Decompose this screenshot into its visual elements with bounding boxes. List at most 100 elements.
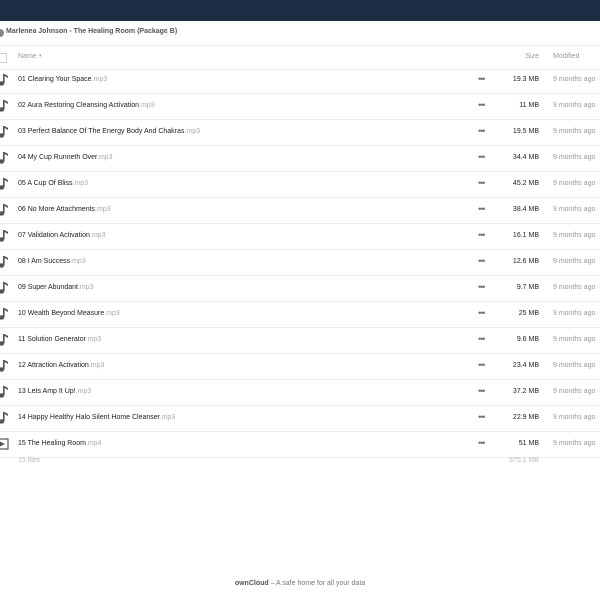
file-actions-menu-icon[interactable]: ••• — [478, 100, 486, 110]
file-name[interactable]: 05 A Cup Of Bliss.mp3 — [18, 180, 88, 187]
file-size: 19.5 MB — [512, 128, 539, 135]
file-name[interactable]: 01 Clearing Your Space.mp3 — [18, 76, 107, 83]
file-row[interactable]: 11 Solution Generator.mp3 ••• 9.6 MB 9 mont… — [0, 328, 600, 354]
file-basename: 14 Happy Healthy Halo Silent Home Cleans… — [18, 414, 160, 421]
file-actions-menu-icon[interactable]: ••• — [478, 334, 486, 344]
file-actions-menu-icon[interactable]: ••• — [478, 256, 486, 266]
file-actions-menu-icon[interactable]: ••• — [478, 386, 486, 396]
file-name[interactable]: 07 Validation Activation.mp3 — [18, 232, 105, 239]
file-extension: .mp3 — [89, 232, 106, 239]
footer-brand[interactable]: ownCloud — [235, 580, 269, 587]
footer: ownCloud – A safe home for all your data — [0, 580, 600, 587]
file-name[interactable]: 14 Happy Healthy Halo Silent Home Cleans… — [18, 414, 175, 421]
home-icon[interactable] — [0, 29, 4, 37]
file-actions-menu-icon[interactable]: ••• — [478, 204, 486, 214]
file-basename: 10 Wealth Beyond Measure — [18, 310, 105, 317]
file-extension: .mp3 — [77, 284, 94, 291]
file-size: 45.2 MB — [512, 180, 539, 187]
file-size: 11 MB — [519, 102, 539, 109]
file-actions-menu-icon[interactable]: ••• — [478, 438, 486, 448]
file-modified: 9 months ago — [553, 388, 596, 395]
file-actions-menu-icon[interactable]: ••• — [478, 74, 486, 84]
file-actions-menu-icon[interactable]: ••• — [478, 360, 486, 370]
file-row[interactable]: 09 Super Abundant.mp3 ••• 9.7 MB 9 months a… — [0, 276, 600, 302]
file-basename: 01 Clearing Your Space — [18, 76, 92, 83]
file-name[interactable]: 10 Wealth Beyond Measure.mp3 — [18, 310, 120, 317]
file-name[interactable]: 12 Attraction Activation.mp3 — [18, 362, 104, 369]
video-file-icon — [0, 437, 9, 451]
file-size: 9.7 MB — [516, 284, 539, 291]
file-name[interactable]: 03 Perfect Balance Of The Energy Body An… — [18, 128, 200, 135]
column-modified[interactable]: Modified — [553, 53, 579, 60]
column-size[interactable]: Size — [525, 53, 539, 60]
file-row[interactable]: 04 My Cup Runneth Over.mp3 ••• 34.4 MB 9 mo… — [0, 146, 600, 172]
file-extension: .mp3 — [104, 310, 120, 317]
audio-file-icon — [0, 73, 9, 87]
file-row[interactable]: 05 A Cup Of Bliss.mp3 ••• 45.2 MB 9 months … — [0, 172, 600, 198]
file-list: 01 Clearing Your Space.mp3 ••• 19.3 MB 9 mo… — [0, 68, 600, 458]
file-basename: 08 I Am Success — [18, 258, 71, 265]
file-extension: .mp3 — [91, 76, 108, 83]
file-size: 25 MB — [518, 310, 539, 317]
file-actions-menu-icon[interactable]: ••• — [478, 178, 486, 188]
file-row[interactable]: 06 No More Attachments.mp3 ••• 38.4 MB 9 mo… — [0, 198, 600, 224]
file-row[interactable]: 10 Wealth Beyond Measure.mp3 ••• 25 MB 9 mo… — [0, 302, 600, 328]
audio-file-icon — [0, 359, 9, 373]
file-extension: .mp3 — [159, 414, 176, 421]
file-actions-menu-icon[interactable]: ••• — [478, 308, 486, 318]
file-modified: 9 months ago — [553, 284, 596, 291]
column-name[interactable]: Name — [18, 53, 37, 60]
file-row[interactable]: 02 Aura Restoring Cleansing Activation.m… — [0, 94, 600, 120]
file-extension: .mp3 — [184, 128, 200, 135]
audio-file-icon — [0, 229, 9, 243]
file-extension: .mp3 — [95, 206, 111, 213]
file-basename: 15 The Healing Room — [18, 440, 86, 447]
file-extension: .mp3 — [88, 362, 105, 369]
file-extension: .mp3 — [97, 154, 113, 161]
file-row[interactable]: 12 Attraction Activation.mp3 ••• 23.4 MB 9 … — [0, 354, 600, 380]
audio-file-icon — [0, 333, 9, 347]
file-row[interactable]: 07 Validation Activation.mp3 ••• 16.1 MB 9 … — [0, 224, 600, 250]
file-modified: 9 months ago — [553, 154, 596, 161]
file-actions-menu-icon[interactable]: ••• — [478, 282, 486, 292]
file-modified: 9 months ago — [553, 102, 596, 109]
file-modified: 9 months ago — [553, 362, 596, 369]
file-row[interactable]: 03 Perfect Balance Of The Energy Body An… — [0, 120, 600, 146]
file-actions-menu-icon[interactable]: ••• — [478, 152, 486, 162]
file-actions-menu-icon[interactable]: ••• — [478, 412, 486, 422]
file-name[interactable]: 09 Super Abundant.mp3 — [18, 284, 94, 291]
select-all-checkbox[interactable] — [0, 53, 7, 63]
sort-arrow-icon[interactable]: ▾ — [39, 53, 42, 59]
file-row[interactable]: 13 Lets Amp It Up!.mp3 ••• 37.2 MB 9 months… — [0, 380, 600, 406]
total-size: 375.1 MB — [509, 457, 539, 464]
audio-file-icon — [0, 203, 9, 217]
file-extension: .mp4 — [85, 440, 102, 447]
file-modified: 9 months ago — [553, 414, 596, 421]
file-size: 16.1 MB — [512, 232, 539, 239]
file-extension: .mp3 — [139, 102, 155, 109]
file-basename: 09 Super Abundant — [18, 284, 78, 291]
file-name[interactable]: 15 The Healing Room.mp4 — [18, 440, 102, 447]
breadcrumb-folder[interactable]: Marlenea Johnson - The Healing Room (Pac… — [6, 28, 177, 35]
file-extension: .mp3 — [72, 180, 89, 187]
file-name[interactable]: 11 Solution Generator.mp3 — [18, 336, 101, 343]
file-basename: 05 A Cup Of Bliss — [18, 180, 73, 187]
file-name[interactable]: 06 No More Attachments.mp3 — [18, 206, 111, 213]
file-name[interactable]: 04 My Cup Runneth Over.mp3 — [18, 154, 113, 161]
file-modified: 9 months ago — [553, 206, 596, 213]
file-row[interactable]: 14 Happy Healthy Halo Silent Home Cleans… — [0, 406, 600, 432]
file-basename: 11 Solution Generator — [18, 336, 86, 343]
file-modified: 9 months ago — [553, 232, 596, 239]
file-row[interactable]: 08 I Am Success.mp3 ••• 12.6 MB 9 months ag… — [0, 250, 600, 276]
file-actions-menu-icon[interactable]: ••• — [478, 230, 486, 240]
file-modified: 9 months ago — [553, 128, 596, 135]
file-summary: 15 files 375.1 MB — [0, 454, 600, 468]
file-name[interactable]: 13 Lets Amp It Up!.mp3 — [18, 388, 91, 395]
audio-file-icon — [0, 255, 9, 269]
file-count: 15 files — [18, 457, 41, 464]
file-basename: 12 Attraction Activation — [18, 362, 89, 369]
file-actions-menu-icon[interactable]: ••• — [478, 126, 486, 136]
file-name[interactable]: 02 Aura Restoring Cleansing Activation.m… — [18, 102, 155, 109]
file-name[interactable]: 08 I Am Success.mp3 — [18, 258, 86, 265]
file-row[interactable]: 01 Clearing Your Space.mp3 ••• 19.3 MB 9 mo… — [0, 68, 600, 94]
